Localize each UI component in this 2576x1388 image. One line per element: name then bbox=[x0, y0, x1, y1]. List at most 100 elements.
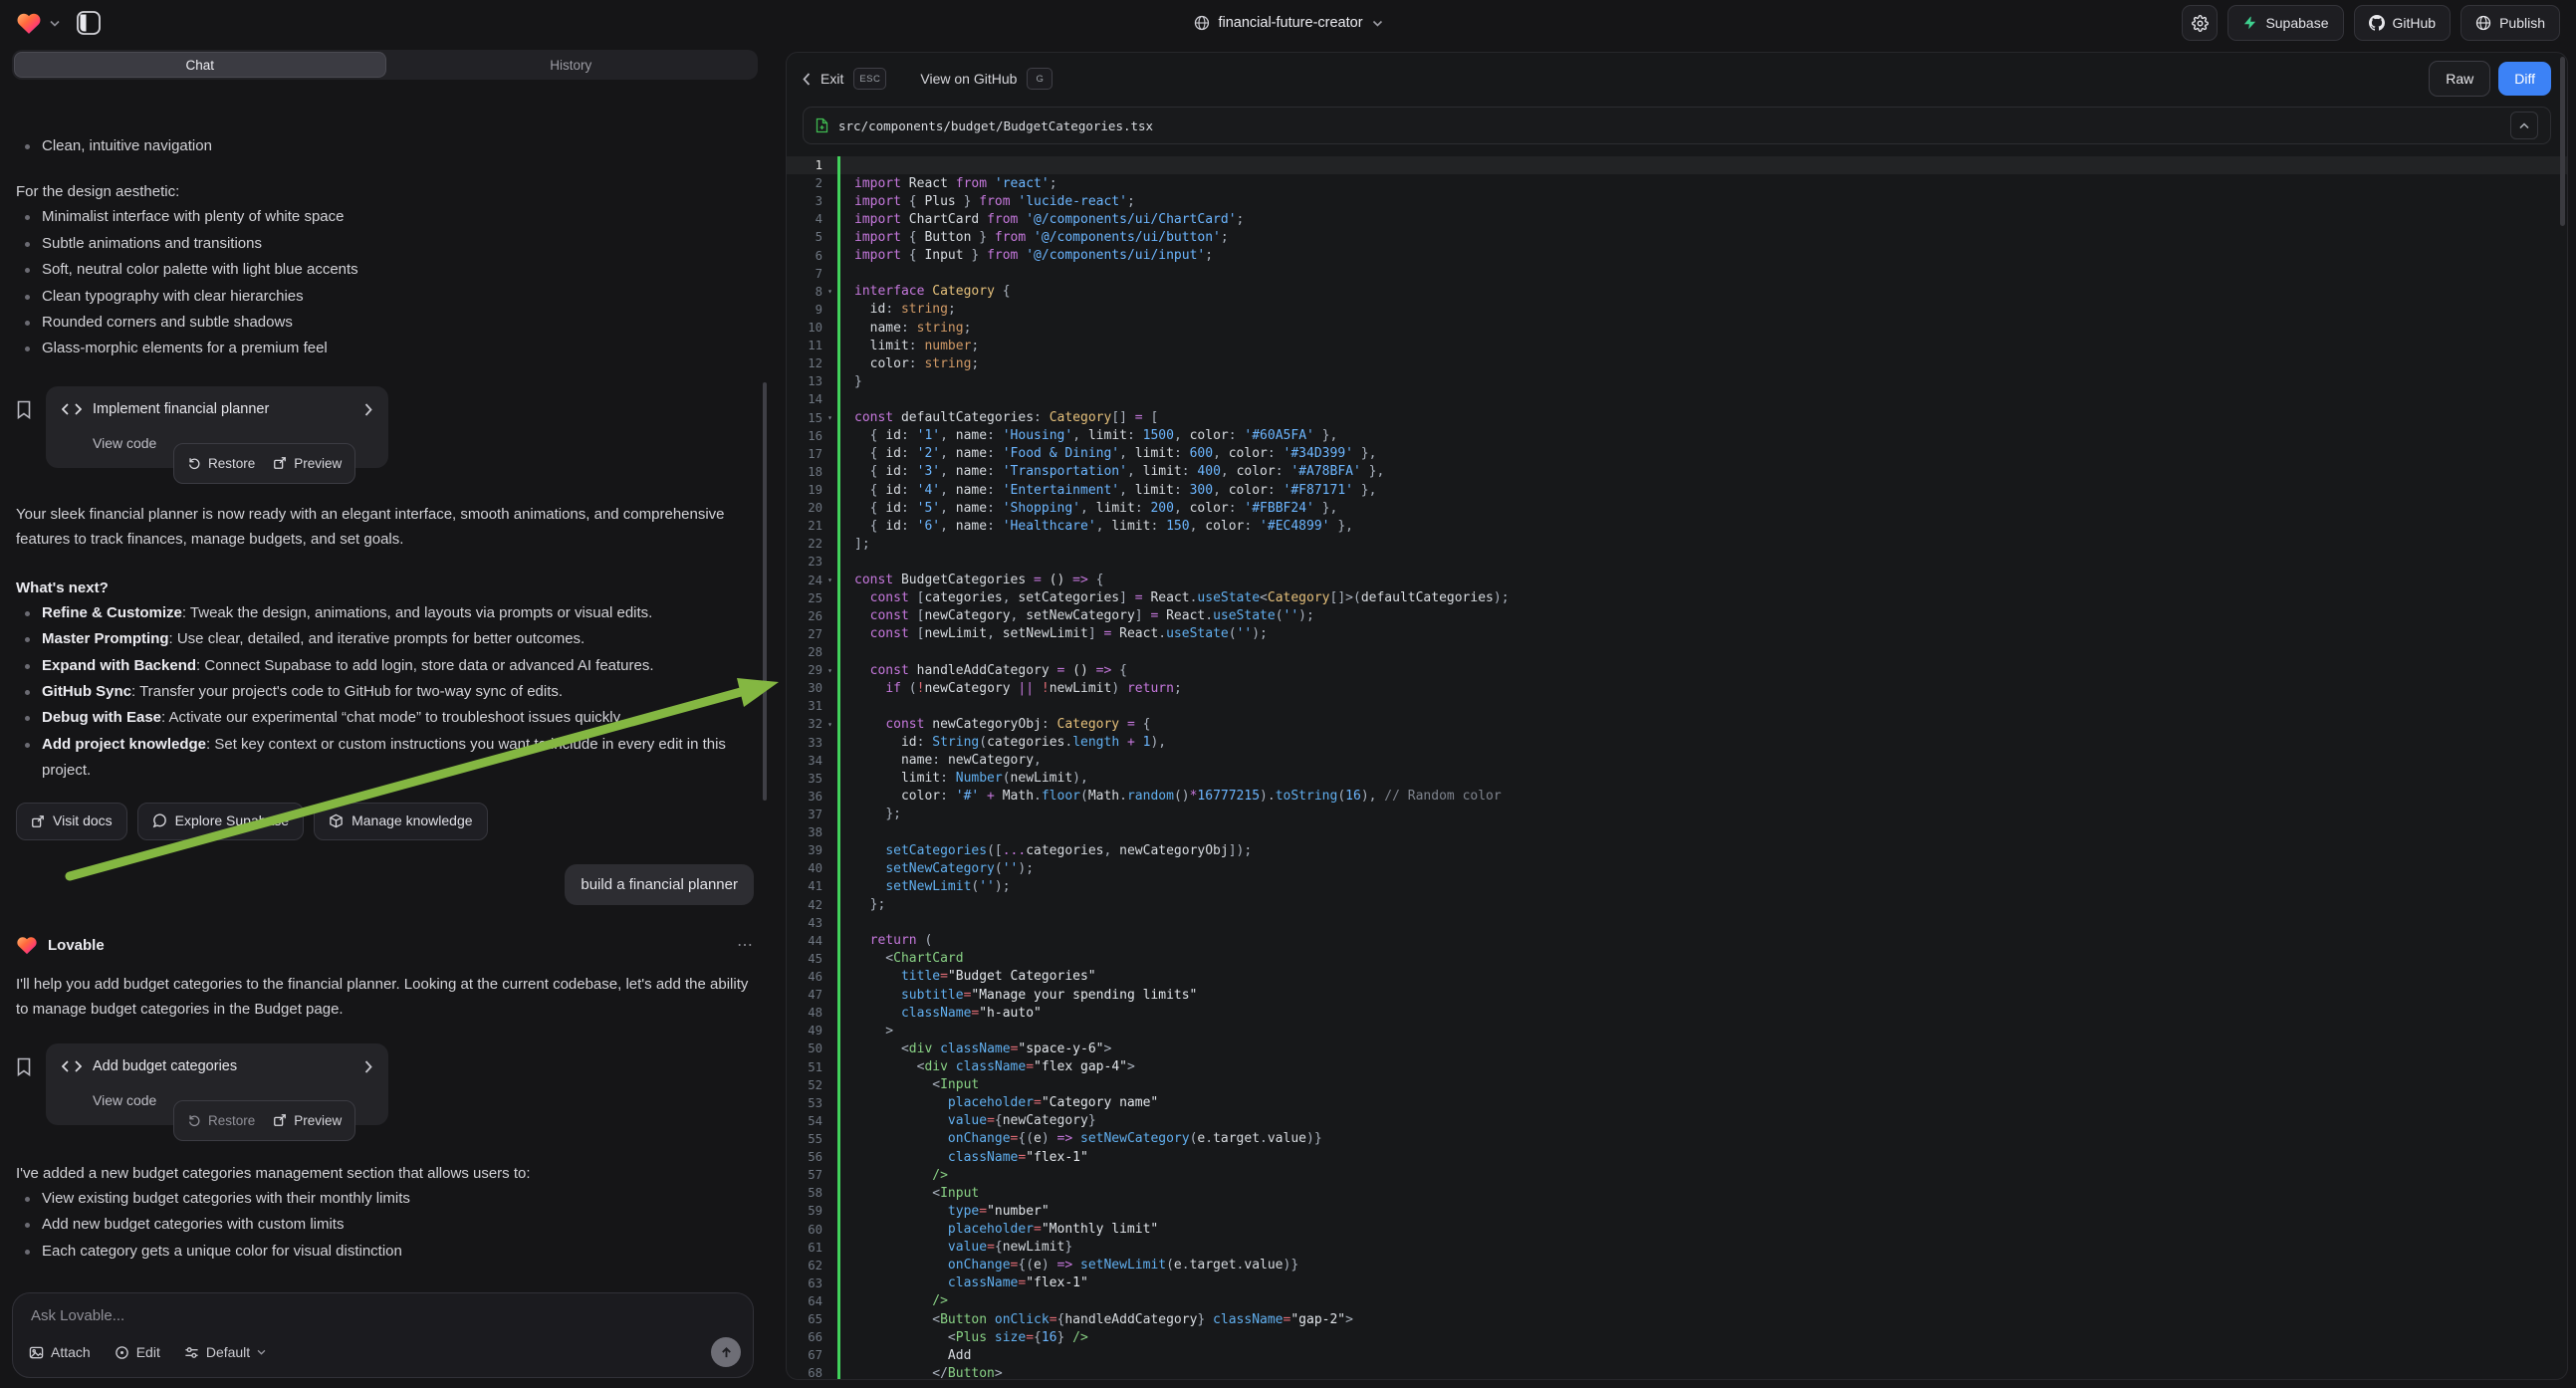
code-icon bbox=[62, 1060, 82, 1072]
attach-button[interactable]: Attach bbox=[29, 1344, 91, 1360]
send-button[interactable] bbox=[711, 1337, 741, 1367]
code-line-63: 63 className="flex-1" bbox=[787, 1274, 2567, 1292]
list-item: Each category gets a unique color for vi… bbox=[16, 1239, 754, 1265]
code-line-37: 37 }; bbox=[787, 806, 2567, 823]
version-card-add-budget-categories[interactable]: Add budget categories View code Restore … bbox=[46, 1043, 388, 1125]
code-diff-view[interactable]: 12import React from 'react';3import { Pl… bbox=[787, 156, 2567, 1379]
project-selector[interactable]: financial-future-creator bbox=[1193, 0, 1382, 46]
restore-label: Restore bbox=[208, 451, 255, 476]
file-path: src/components/budget/BudgetCategories.t… bbox=[838, 118, 1153, 133]
tab-chat[interactable]: Chat bbox=[14, 52, 386, 78]
supabase-label: Supabase bbox=[2265, 15, 2328, 31]
esc-key-badge: ESC bbox=[853, 68, 886, 90]
edit-label: Edit bbox=[136, 1344, 160, 1360]
code-line-33: 33 id: String(categories.length + 1), bbox=[787, 734, 2567, 752]
code-line-64: 64 /> bbox=[787, 1292, 2567, 1310]
prompt-input[interactable] bbox=[29, 1306, 705, 1325]
publish-button[interactable]: Publish bbox=[2460, 5, 2560, 41]
whats-next-heading: What's next? bbox=[16, 576, 754, 600]
code-line-41: 41 setNewLimit(''); bbox=[787, 877, 2567, 895]
collapse-file-button[interactable] bbox=[2510, 112, 2538, 139]
code-line-62: 62 onChange={(e) => setNewLimit(e.target… bbox=[787, 1257, 2567, 1274]
code-line-14: 14 bbox=[787, 390, 2567, 408]
edit-button[interactable]: Edit bbox=[115, 1344, 160, 1360]
code-line-53: 53 placeholder="Category name" bbox=[787, 1094, 2567, 1112]
project-chevron-down-icon bbox=[1372, 20, 1383, 27]
chat-message-list[interactable]: Clean, intuitive navigation For the desi… bbox=[0, 131, 770, 1288]
code-line-27: 27 const [newLimit, setNewLimit] = React… bbox=[787, 625, 2567, 643]
g-key-badge: G bbox=[1027, 68, 1053, 90]
version-card-row: Implement financial planner View code Re… bbox=[16, 386, 754, 468]
github-label: GitHub bbox=[2393, 15, 2437, 31]
list-item: Subtle animations and transitions bbox=[16, 231, 754, 257]
bookmark-icon[interactable] bbox=[16, 1057, 32, 1076]
quick-actions-row: Visit docs Explore Supabase Manage knowl… bbox=[16, 803, 754, 840]
chevron-down-icon bbox=[257, 1349, 266, 1355]
list-item: Clean, intuitive navigation bbox=[16, 133, 754, 159]
exit-button[interactable]: Exit bbox=[820, 71, 843, 87]
image-icon bbox=[29, 1345, 44, 1360]
visit-docs-label: Visit docs bbox=[53, 809, 113, 833]
intro-bullet-list: Clean, intuitive navigation bbox=[16, 133, 754, 159]
list-item: Debug with Ease: Activate our experiment… bbox=[16, 705, 754, 731]
code-line-24: 24▾const BudgetCategories = () => { bbox=[787, 572, 2567, 589]
diff-toggle-button[interactable]: Diff bbox=[2498, 62, 2551, 96]
code-line-31: 31 bbox=[787, 697, 2567, 715]
preview-button[interactable]: Preview bbox=[273, 1108, 342, 1133]
settings-button[interactable] bbox=[2182, 5, 2218, 41]
code-line-7: 7 bbox=[787, 265, 2567, 283]
code-line-6: 6import { Input } from '@/components/ui/… bbox=[787, 247, 2567, 265]
version-card-implement-planner[interactable]: Implement financial planner View code Re… bbox=[46, 386, 388, 468]
version-card-title: Implement financial planner bbox=[93, 397, 269, 422]
view-on-github-button[interactable]: View on GitHub bbox=[920, 71, 1017, 87]
added-bullet-list: View existing budget categories with the… bbox=[16, 1186, 754, 1265]
logo-chevron-down-icon[interactable] bbox=[50, 20, 60, 27]
code-line-5: 5import { Button } from '@/components/ui… bbox=[787, 228, 2567, 246]
bookmark-icon[interactable] bbox=[16, 400, 32, 419]
file-path-bar[interactable]: src/components/budget/BudgetCategories.t… bbox=[803, 107, 2551, 144]
restore-preview-pill: Restore Preview bbox=[173, 443, 355, 484]
code-line-16: 16 { id: '1', name: 'Housing', limit: 15… bbox=[787, 427, 2567, 445]
code-viewer-header: Exit ESC View on GitHub G Raw Diff bbox=[787, 53, 2567, 105]
code-line-11: 11 limit: number; bbox=[787, 337, 2567, 354]
list-item: Expand with Backend: Connect Supabase to… bbox=[16, 653, 754, 679]
code-line-54: 54 value={newCategory} bbox=[787, 1112, 2567, 1130]
message-menu-icon[interactable]: ⋯ bbox=[737, 933, 754, 958]
tab-history[interactable]: History bbox=[386, 52, 757, 78]
lovable-app: financial-future-creator Supabase GitHub… bbox=[0, 0, 2576, 1388]
manage-knowledge-label: Manage knowledge bbox=[351, 809, 472, 833]
chat-scrollbar[interactable] bbox=[763, 382, 767, 801]
preview-button[interactable]: Preview bbox=[273, 451, 342, 476]
code-line-32: 32▾ const newCategoryObj: Category = { bbox=[787, 715, 2567, 733]
restore-button[interactable]: Restore bbox=[187, 451, 255, 476]
lovable-logo-icon[interactable] bbox=[16, 11, 42, 35]
sliders-icon bbox=[184, 1345, 199, 1360]
code-line-15: 15▾const defaultCategories: Category[] =… bbox=[787, 409, 2567, 427]
code-icon bbox=[62, 403, 82, 415]
supabase-button[interactable]: Supabase bbox=[2227, 5, 2343, 41]
code-viewer-panel: Exit ESC View on GitHub G Raw Diff src/c… bbox=[786, 52, 2568, 1380]
raw-toggle-button[interactable]: Raw bbox=[2429, 61, 2490, 97]
code-line-8: 8▾interface Category { bbox=[787, 283, 2567, 301]
code-line-51: 51 <div className="flex gap-4"> bbox=[787, 1057, 2567, 1075]
visit-docs-button[interactable]: Visit docs bbox=[16, 803, 127, 840]
code-line-20: 20 { id: '5', name: 'Shopping', limit: 2… bbox=[787, 499, 2567, 517]
version-card-title: Add budget categories bbox=[93, 1054, 237, 1079]
code-line-17: 17 { id: '2', name: 'Food & Dining', lim… bbox=[787, 445, 2567, 463]
code-line-47: 47 subtitle="Manage your spending limits… bbox=[787, 986, 2567, 1004]
mode-selector[interactable]: Default bbox=[184, 1344, 266, 1360]
sidebar-toggle-icon[interactable] bbox=[76, 10, 102, 36]
code-line-29: 29▾ const handleAddCategory = () => { bbox=[787, 661, 2567, 679]
github-button[interactable]: GitHub bbox=[2354, 5, 2452, 41]
chevron-left-icon[interactable] bbox=[803, 73, 811, 86]
next-steps-list: Refine & Customize: Tweak the design, an… bbox=[16, 600, 754, 785]
restore-button[interactable]: Restore bbox=[187, 1108, 255, 1133]
code-line-40: 40 setNewCategory(''); bbox=[787, 859, 2567, 877]
manage-knowledge-button[interactable]: Manage knowledge bbox=[314, 803, 487, 840]
explore-supabase-button[interactable]: Explore Supabase bbox=[137, 803, 304, 840]
chat-tab-bar: Chat History bbox=[12, 50, 758, 80]
code-line-12: 12 color: string; bbox=[787, 354, 2567, 372]
code-line-19: 19 { id: '4', name: 'Entertainment', lim… bbox=[787, 481, 2567, 499]
code-line-44: 44 return ( bbox=[787, 932, 2567, 950]
code-scrollbar[interactable] bbox=[2560, 57, 2565, 226]
